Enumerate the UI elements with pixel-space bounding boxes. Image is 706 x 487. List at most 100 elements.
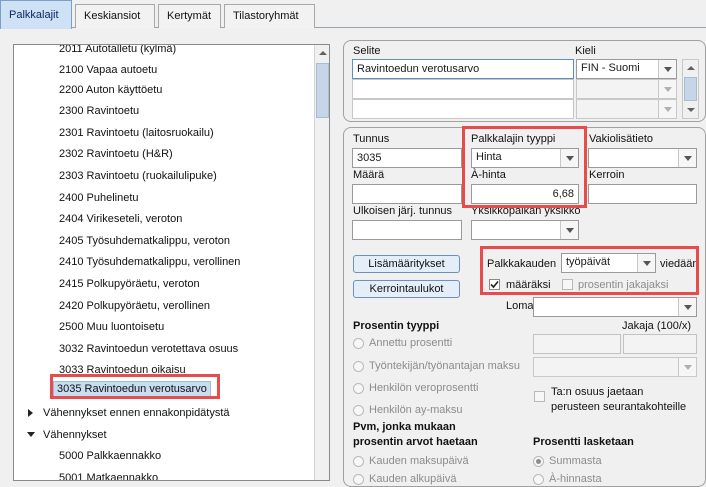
chevron-down-icon xyxy=(566,228,574,233)
pvm-title-1: Pvm, jonka mukaan xyxy=(353,421,456,433)
ta-osuus-checkbox xyxy=(534,391,545,402)
ulkoinen-tunnus-label: Ulkoisen järj. tunnus xyxy=(353,205,453,217)
kerrointaulukot-button[interactable]: Kerrointaulukot xyxy=(353,280,460,298)
tree-item[interactable]: 3032 Ravintoedun verotettava osuus xyxy=(56,339,241,359)
selite-panel: Selite Kieli Ravintoedun verotusarvo FIN… xyxy=(343,40,706,122)
lasketaan-title: Prosentti lasketaan xyxy=(533,436,634,448)
kerroin-field[interactable] xyxy=(588,184,697,204)
arrow-up-icon xyxy=(687,66,695,70)
jakaja-label: Jakaja (100/x) xyxy=(622,320,692,332)
yksikko-combo[interactable] xyxy=(471,220,579,240)
annettu-prosentti-label: Annettu prosentti xyxy=(369,337,453,349)
tree-item[interactable]: 2415 Polkupyöräetu, veroton xyxy=(56,274,203,294)
loma-dropdown-button[interactable] xyxy=(678,298,696,316)
kauden-alkupaiva-radio xyxy=(353,474,364,485)
tab-palkkalajit[interactable]: Palkkalajit xyxy=(0,0,72,29)
ulkoinen-tunnus-field[interactable] xyxy=(352,220,462,240)
ahinnasta-radio xyxy=(533,474,544,485)
kauden-alkupaiva-label: Kauden alkupäivä xyxy=(369,473,457,485)
palkkalaji-tree[interactable]: 2011 Autotalletu (kylmä) 2100 Vapaa auto… xyxy=(13,44,330,481)
chevron-down-icon xyxy=(684,156,692,161)
veroprosentti-label: Henkilön veroprosentti xyxy=(369,382,479,394)
kieli-value: FIN - Suomi xyxy=(581,62,640,74)
lisamaaritykset-button[interactable]: Lisämääritykset xyxy=(353,255,460,273)
selite-field-row2[interactable] xyxy=(352,79,574,99)
ta-osuus-label-1: Ta:n osuus jaetaan xyxy=(551,386,644,398)
tunnus-field[interactable]: 3035 xyxy=(352,148,462,168)
tree-item[interactable]: 2300 Ravintoetu xyxy=(56,101,142,121)
jakaja-field xyxy=(623,334,697,354)
tree-item[interactable]: 2301 Ravintoetu (laitosruokailu) xyxy=(56,123,217,143)
dropdown-button xyxy=(658,80,676,98)
prosentin-tyyppi-title: Prosentin tyyppi xyxy=(353,320,440,332)
prosentti-field xyxy=(533,334,621,354)
tyontekija-maksu-label: Työntekijän/työnantajan maksu xyxy=(369,360,521,372)
tree-item[interactable]: 2400 Puhelinetu xyxy=(56,188,142,208)
tab-tilastoryhmat[interactable]: Tilastoryhmät xyxy=(224,4,315,28)
maara-field[interactable] xyxy=(352,184,462,204)
dropdown-button xyxy=(658,100,676,118)
tree-item[interactable]: 5000 Palkkaennakko xyxy=(56,446,164,466)
arrow-up-icon xyxy=(319,51,327,55)
tree-item[interactable]: 2420 Polkupyöräetu, verollinen xyxy=(56,296,213,316)
kauden-maksupaiva-label: Kauden maksupäivä xyxy=(369,455,469,467)
pvm-title-2: prosentin arvot haetaan xyxy=(353,436,478,448)
highlight-selected-item xyxy=(50,374,220,399)
kieli-dropdown-button[interactable] xyxy=(658,60,676,78)
tree-group[interactable]: Vähennykset xyxy=(40,425,110,445)
scroll-up-button[interactable] xyxy=(315,45,329,61)
tree-item[interactable]: 2100 Vapaa autoetu xyxy=(56,60,160,80)
vakiolisatieto-dropdown-button[interactable] xyxy=(678,149,696,167)
chevron-down-icon xyxy=(684,365,692,370)
highlight-palkkakausi xyxy=(480,246,699,295)
kieli-combo-row3 xyxy=(576,99,677,119)
kieli-combo-row2 xyxy=(576,79,677,99)
tree-item[interactable]: 2500 Muu luontoisetu xyxy=(56,317,167,337)
highlight-tyyppi xyxy=(462,126,587,208)
tree-item[interactable]: 2405 Työsuhdematkalippu, veroton xyxy=(56,231,233,251)
loma-combo[interactable] xyxy=(533,297,697,317)
kerroin-label: Kerroin xyxy=(589,169,625,181)
scroll-down-button[interactable] xyxy=(683,102,698,118)
tree-scrollbar[interactable] xyxy=(314,45,329,480)
maara-label: Määrä xyxy=(353,169,385,181)
tree-item[interactable]: 2011 Autotalletu (kylmä) xyxy=(56,45,179,59)
arrow-down-icon xyxy=(687,108,695,112)
annettu-prosentti-radio xyxy=(353,338,364,349)
kieli-label: Kieli xyxy=(575,45,596,57)
tab-bar: Palkkalajit Keskiansiot Kertymät Tilasto… xyxy=(0,0,706,29)
ay-maksu-radio xyxy=(353,405,364,416)
yksikko-dropdown-button[interactable] xyxy=(560,221,578,239)
scroll-thumb[interactable] xyxy=(316,63,329,118)
chevron-down-icon xyxy=(664,107,672,112)
tab-keskiansiot[interactable]: Keskiansiot xyxy=(75,4,155,28)
tree-item[interactable]: 2200 Auton käyttöetu xyxy=(56,80,165,100)
selite-scrollbar[interactable] xyxy=(682,59,699,119)
expand-caret-icon[interactable] xyxy=(28,409,33,417)
chevron-down-icon xyxy=(684,305,692,310)
selite-field[interactable]: Ravintoedun verotusarvo xyxy=(352,59,574,79)
vakiolisatieto-combo[interactable] xyxy=(588,148,697,168)
scroll-up-button[interactable] xyxy=(683,60,698,76)
ahinnasta-label: À-hinnasta xyxy=(549,473,602,485)
collapse-caret-icon[interactable] xyxy=(27,432,35,437)
summasta-radio xyxy=(533,456,544,467)
tree-group[interactable]: Vähennykset ennen ennakonpidätystä xyxy=(40,403,233,423)
tab-kertymat[interactable]: Kertymät xyxy=(158,4,221,28)
veroprosentti-radio xyxy=(353,383,364,394)
tree-item[interactable]: 2410 Työsuhdematkalippu, verollinen xyxy=(56,252,243,272)
maksu-combo xyxy=(533,357,697,377)
chevron-down-icon xyxy=(664,67,672,72)
tyontekija-maksu-radio xyxy=(353,361,364,372)
scroll-thumb[interactable] xyxy=(684,77,697,101)
tree-item[interactable]: 2302 Ravintoetu (H&R) xyxy=(56,144,176,164)
kieli-combo[interactable]: FIN - Suomi xyxy=(576,59,677,79)
tree-item[interactable]: 2303 Ravintoetu (ruokailulipuke) xyxy=(56,166,220,186)
tree-item[interactable]: 2404 Virikeseteli, veroton xyxy=(56,209,185,229)
tree-item[interactable]: 5001 Matkaennakko xyxy=(56,468,161,480)
kauden-maksupaiva-radio xyxy=(353,456,364,467)
vakiolisatieto-label: Vakiolisätieto xyxy=(589,133,653,145)
selite-field-row3[interactable] xyxy=(352,99,574,119)
chevron-down-icon xyxy=(664,87,672,92)
ay-maksu-label: Henkilön ay-maksu xyxy=(369,404,463,416)
